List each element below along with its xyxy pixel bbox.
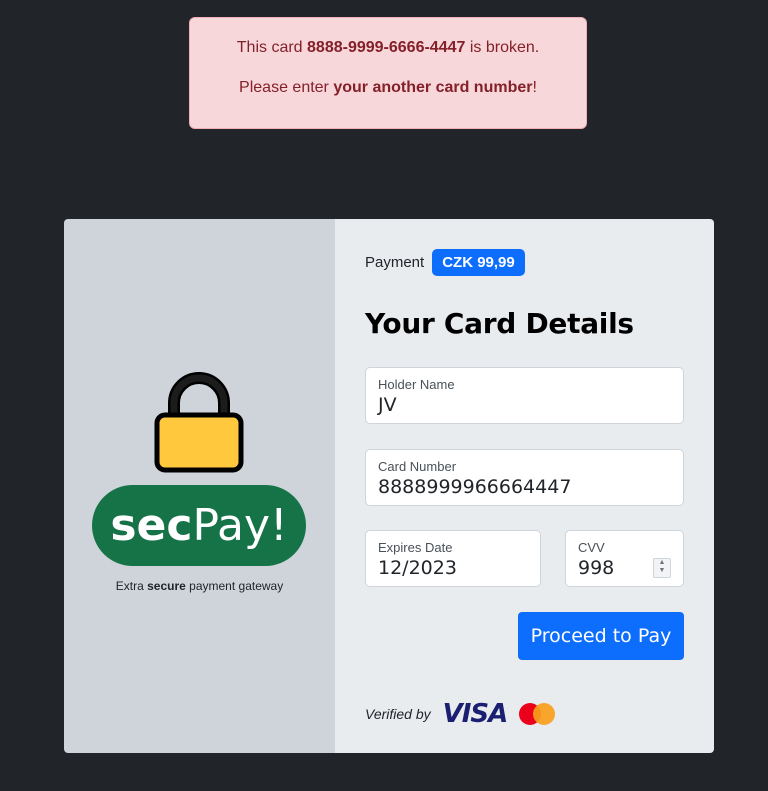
secpay-logo: secPay!	[92, 485, 306, 566]
payment-label: Payment	[365, 254, 425, 271]
expiry-date-label: Expires Date	[378, 540, 453, 555]
alert-text: is broken.	[465, 39, 540, 56]
tagline-emphasis: secure	[147, 579, 186, 593]
chevron-down-icon[interactable]: ▼	[654, 567, 670, 575]
chevron-up-icon[interactable]: ▲	[654, 559, 670, 567]
form-title: Your Card Details	[365, 307, 634, 340]
error-alert: This card 8888-9999-6666-4447 is broken.…	[189, 17, 587, 129]
form-panel: Payment CZK 99,99 Your Card Details Hold…	[335, 219, 714, 753]
alert-text: This card	[236, 39, 308, 56]
logo-sec-text: sec	[110, 500, 193, 551]
price-badge: CZK 99,99	[432, 249, 525, 276]
cvv-spinner[interactable]: ▲ ▼	[653, 558, 671, 578]
holder-name-value[interactable]: JV	[378, 394, 397, 416]
proceed-to-pay-button[interactable]: Proceed to Pay	[518, 612, 684, 660]
cvv-label: CVV	[578, 540, 605, 555]
tagline-text: payment gateway	[185, 579, 284, 593]
alert-emphasis: your another card number	[333, 79, 533, 96]
cvv-field[interactable]: CVV 998 ▲ ▼	[565, 530, 684, 587]
mastercard-logo	[519, 703, 556, 725]
expiry-date-field[interactable]: Expires Date 12/2023	[365, 530, 541, 587]
tagline-text: Extra	[115, 579, 148, 593]
broken-card-number: 8888-9999-6666-4447	[307, 39, 466, 56]
mastercard-orange-circle	[533, 703, 556, 725]
card-number-value[interactable]: 8888999966664447	[378, 476, 571, 498]
verified-by: Verified by VISA	[365, 699, 556, 729]
card-number-label: Card Number	[378, 459, 457, 474]
visa-logo: VISA	[442, 699, 509, 729]
alert-text: !	[532, 79, 537, 96]
holder-name-label: Holder Name	[378, 377, 455, 392]
payment-card: secPay! Extra secure payment gateway Pay…	[64, 219, 714, 753]
logo-pay-text: Pay!	[192, 500, 288, 551]
lock-icon	[154, 372, 244, 473]
cvv-value[interactable]: 998	[578, 557, 614, 579]
card-number-field[interactable]: Card Number 8888999966664447	[365, 449, 684, 506]
alert-text: Please enter	[239, 79, 334, 96]
alert-line-instruction: Please enter your another card number!	[190, 78, 586, 98]
payment-summary: Payment CZK 99,99	[365, 249, 525, 276]
tagline: Extra secure payment gateway	[64, 579, 335, 593]
expiry-date-value[interactable]: 12/2023	[378, 557, 457, 579]
verified-label: Verified by	[365, 706, 431, 722]
alert-line-broken-card: This card 8888-9999-6666-4447 is broken.	[190, 38, 586, 58]
brand-panel: secPay! Extra secure payment gateway	[64, 219, 335, 753]
holder-name-field[interactable]: Holder Name JV	[365, 367, 684, 424]
